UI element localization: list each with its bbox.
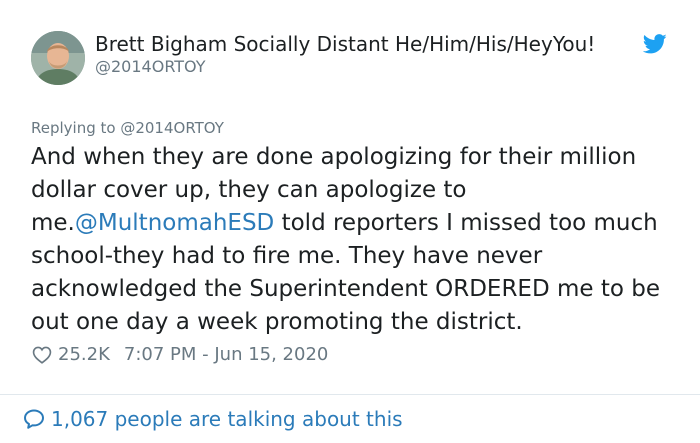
- author-handle[interactable]: @2014ORTOY: [95, 56, 206, 78]
- speech-bubble-icon: [24, 409, 44, 429]
- author-display-name[interactable]: Brett Bigham Socially Distant He/Him/His…: [95, 31, 595, 57]
- like-count[interactable]: 25.2K: [58, 342, 110, 368]
- timestamp[interactable]: 7:07 PM - Jun 15, 2020: [124, 342, 328, 368]
- talking-about-text[interactable]: 1,067 people are talking about this: [51, 405, 403, 433]
- conversation-link[interactable]: 1,067 people are talking about this: [22, 405, 403, 433]
- mention-link[interactable]: @MultnomahESD: [75, 210, 274, 236]
- avatar[interactable]: [31, 31, 85, 85]
- replying-to[interactable]: Replying to @2014ORTOY: [31, 117, 224, 139]
- tweet-card: Brett Bigham Socially Distant He/Him/His…: [0, 0, 700, 443]
- avatar-image: [31, 31, 85, 85]
- divider: [0, 394, 700, 395]
- heart-icon[interactable]: [31, 344, 53, 366]
- twitter-bird-icon[interactable]: [643, 33, 667, 55]
- tweet-text: And when they are done apologizing for t…: [31, 141, 681, 339]
- tweet-meta: 25.2K 7:07 PM - Jun 15, 2020: [31, 342, 328, 368]
